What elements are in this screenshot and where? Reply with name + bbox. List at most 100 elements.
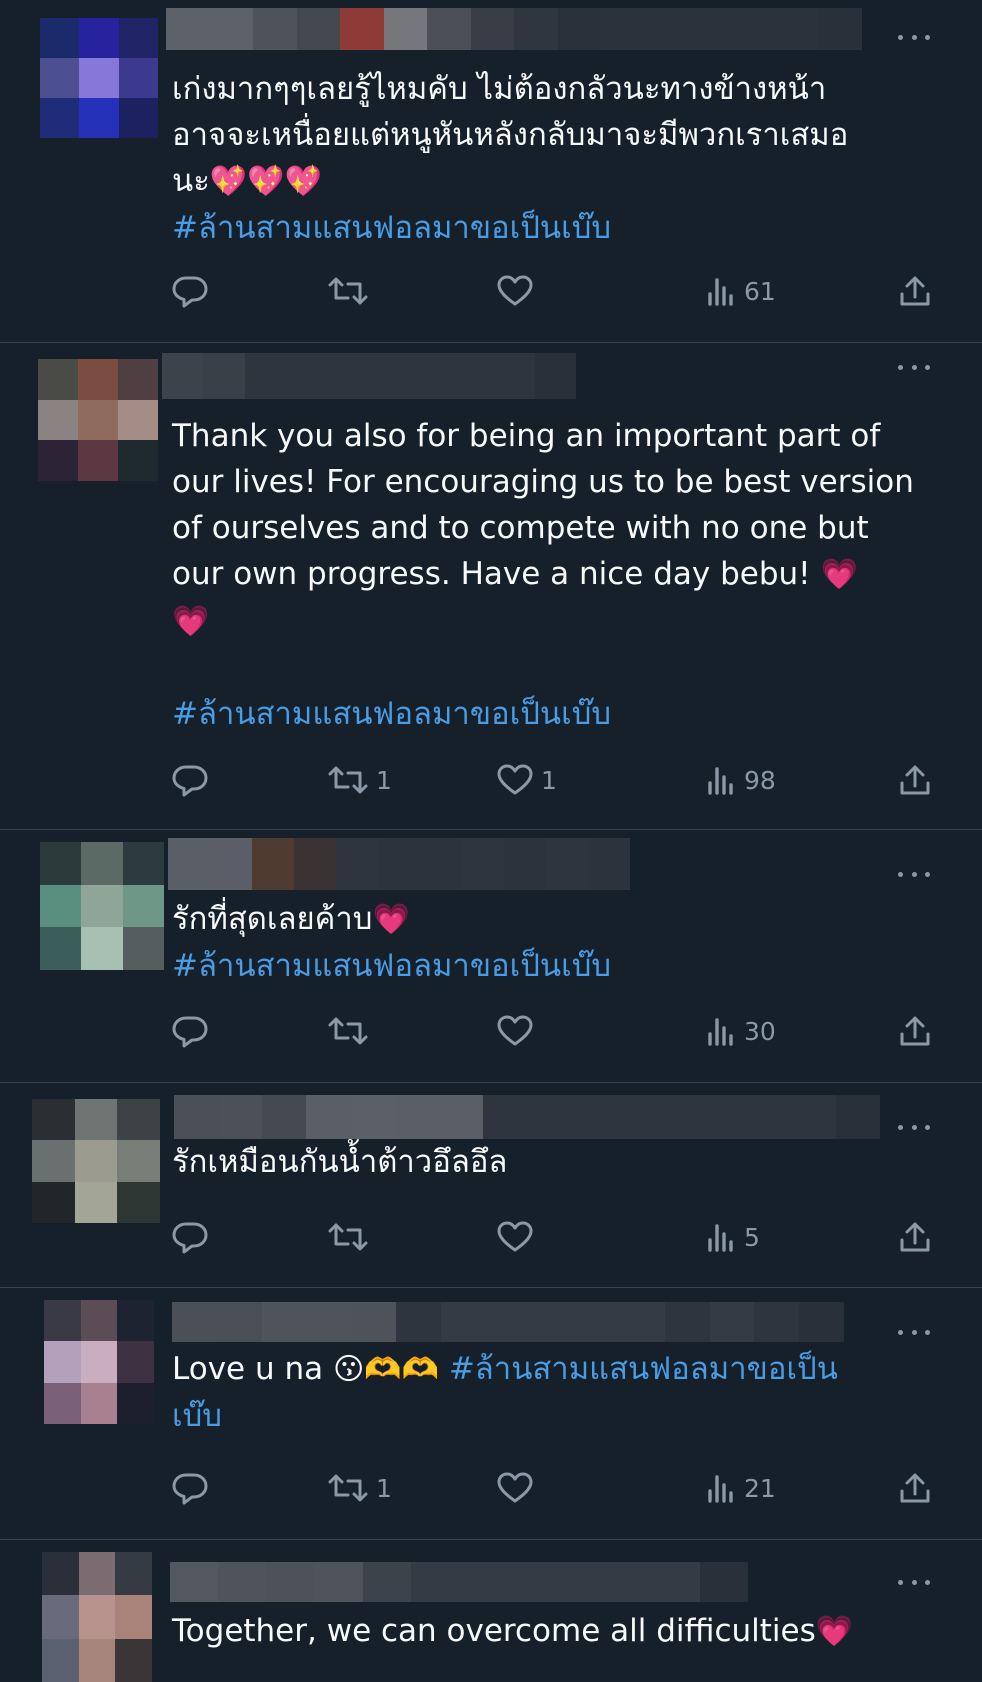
avatar-pixel — [79, 58, 119, 98]
name-pixel — [203, 353, 245, 399]
views-count: 61 — [744, 276, 776, 306]
name-pixel — [350, 1095, 395, 1139]
reply-button[interactable] — [172, 1468, 216, 1508]
tweet-actions: 1 21 — [172, 1468, 942, 1508]
tweet-body: รักที่สุดเลยค้าบ — [172, 901, 373, 937]
avatar-pixel — [42, 1595, 79, 1639]
like-button[interactable] — [497, 271, 541, 311]
reply-tweet[interactable]: รักเหมือนกันน้ำต้าวอึลอึล 5 — [0, 1083, 982, 1288]
share-button[interactable] — [898, 271, 932, 311]
name-pixel — [588, 838, 630, 890]
retweet-button[interactable] — [328, 271, 376, 311]
avatar-pixel — [118, 98, 158, 138]
name-pixel — [216, 1302, 262, 1342]
avatar-pixel — [117, 1382, 154, 1424]
views-button[interactable]: 98 — [706, 760, 776, 800]
name-pixel — [601, 8, 645, 50]
name-pixel — [555, 1562, 604, 1602]
reply-tweet[interactable]: รักที่สุดเลยค้าบ💗 #ล้านสามแสนฟอลมาขอเป็น… — [0, 830, 982, 1083]
retweet-button[interactable] — [328, 1217, 376, 1257]
like-button[interactable] — [497, 1011, 541, 1051]
retweet-button[interactable]: 1 — [328, 760, 392, 800]
name-pixel — [427, 8, 471, 50]
name-pixel — [459, 1562, 508, 1602]
retweet-count: 1 — [376, 1473, 392, 1503]
views-button[interactable]: 21 — [706, 1468, 776, 1508]
reply-tweet[interactable]: Love u na 😗🫶🫶 #ล้านสามแสนฟอลมาขอเป็น เบ๊… — [0, 1288, 982, 1540]
avatar-pixel — [44, 1341, 81, 1383]
author-name[interactable] — [170, 1562, 748, 1602]
avatar[interactable] — [44, 1300, 154, 1424]
reply-button[interactable] — [172, 760, 216, 800]
avatar[interactable] — [42, 1552, 152, 1682]
more-options-icon[interactable] — [898, 33, 930, 41]
name-pixel — [775, 8, 819, 50]
name-pixel — [451, 353, 494, 399]
more-options-icon[interactable] — [898, 1578, 930, 1586]
avatar-pixel — [40, 884, 82, 928]
avatar-pixel — [40, 58, 80, 98]
name-pixel — [699, 1562, 748, 1602]
retweet-button[interactable] — [328, 1011, 376, 1051]
views-button[interactable]: 61 — [706, 271, 776, 311]
avatar-pixel — [81, 884, 123, 928]
reply-button[interactable] — [172, 1217, 216, 1257]
avatar-pixel — [122, 927, 164, 970]
avatar-pixel — [32, 1140, 75, 1182]
avatar-pixel — [80, 1382, 118, 1424]
name-pixel — [410, 1562, 460, 1602]
views-button[interactable]: 5 — [706, 1217, 760, 1257]
views-count: 30 — [744, 1016, 776, 1046]
name-pixel — [703, 1095, 748, 1139]
author-name[interactable] — [174, 1095, 880, 1139]
name-pixel — [336, 838, 378, 890]
retweet-button[interactable]: 1 — [328, 1468, 392, 1508]
tweet-text: Thank you also for being an important pa… — [172, 413, 942, 737]
author-name[interactable] — [166, 8, 862, 50]
more-options-icon[interactable] — [898, 1123, 930, 1131]
tweet-actions: 5 — [172, 1217, 942, 1257]
more-options-icon[interactable] — [898, 363, 930, 371]
like-button[interactable] — [497, 1468, 541, 1508]
avatar-pixel — [80, 1341, 118, 1383]
share-button[interactable] — [898, 1011, 932, 1051]
views-button[interactable]: 30 — [706, 1011, 776, 1051]
tweet-text: Love u na 😗🫶🫶 #ล้านสามแสนฟอลมาขอเป็น เบ๊… — [172, 1346, 942, 1439]
name-pixel — [709, 1302, 755, 1342]
hashtag-link[interactable]: #ล้านสามแสนฟอลมาขอเป็นเบ๊บ — [172, 210, 611, 246]
reply-tweet[interactable]: เก่งมากๆๆเลยรู้ไหมคับ ไม่ต้องกลัวนะทางข้… — [0, 0, 982, 343]
reply-tweet[interactable]: Thank you also for being an important pa… — [0, 343, 982, 830]
name-pixel — [420, 838, 462, 890]
author-name[interactable] — [172, 1302, 844, 1342]
like-icon — [497, 764, 533, 796]
share-button[interactable] — [898, 1217, 932, 1257]
author-name[interactable] — [168, 838, 630, 890]
reply-button[interactable] — [172, 271, 216, 311]
name-pixel — [253, 8, 297, 50]
avatar-pixel — [78, 359, 118, 400]
avatar-pixel — [81, 842, 123, 885]
avatar[interactable] — [40, 18, 158, 138]
reply-icon — [172, 1471, 208, 1505]
like-button[interactable] — [497, 1217, 541, 1257]
name-pixel — [688, 8, 732, 50]
more-options-icon[interactable] — [898, 1328, 930, 1336]
reply-tweet[interactable]: Together, we can overcome all difficulti… — [0, 1540, 982, 1682]
hashtag-link[interactable]: #ล้านสามแสนฟอลมาขอเป็นเบ๊บ — [172, 696, 611, 732]
name-pixel — [252, 838, 294, 890]
reply-button[interactable] — [172, 1011, 216, 1051]
share-button[interactable] — [898, 1468, 932, 1508]
like-button[interactable]: 1 — [497, 760, 557, 800]
tweet-text: เก่งมากๆๆเลยรู้ไหมคับ ไม่ต้องกลัวนะทางข้… — [172, 66, 942, 251]
avatar[interactable] — [32, 1099, 160, 1223]
name-pixel — [791, 1095, 836, 1139]
avatar[interactable] — [38, 359, 158, 481]
avatar-pixel — [117, 1341, 154, 1383]
name-pixel — [166, 8, 210, 50]
more-options-icon[interactable] — [898, 870, 930, 878]
author-name[interactable] — [162, 353, 576, 399]
share-button[interactable] — [898, 760, 932, 800]
emoji: 💗 — [815, 1614, 854, 1649]
hashtag-link[interactable]: #ล้านสามแสนฟอลมาขอเป็นเบ๊บ — [172, 948, 611, 984]
avatar[interactable] — [40, 842, 164, 970]
